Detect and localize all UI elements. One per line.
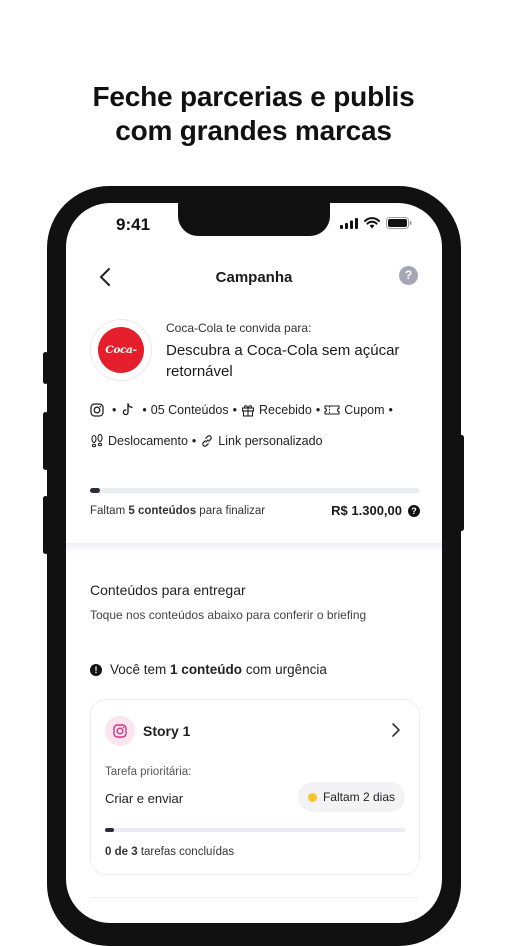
card-title: Story 1	[143, 723, 191, 739]
deliverables-title: Conteúdos para entregar	[90, 582, 246, 598]
footsteps-icon	[91, 434, 103, 448]
meta-displacement: Deslocamento	[108, 434, 188, 448]
help-icon[interactable]: ?	[399, 266, 418, 285]
alert-icon: !	[90, 663, 102, 676]
task-progress-bar	[105, 828, 405, 832]
campaign-amount: R$ 1.300,00 ?	[331, 503, 420, 518]
brand-logo: Coca-Cola	[90, 319, 152, 402]
campaign-meta-row-1: • • 05 Conteúdos • Recebido • Cupom •	[90, 403, 397, 417]
info-icon[interactable]: ?	[408, 504, 420, 517]
headline-line-1: Feche parcerias e publis	[92, 81, 415, 112]
campaign-name: Descubra a Coca-Cola sem açúcar retornáv…	[166, 342, 400, 380]
meta-content-count: 05 Conteúdos	[150, 403, 229, 417]
warning-dot-icon	[307, 792, 317, 802]
urgent-notice: ! Você tem 1 conteúdo com urgência	[90, 662, 327, 677]
gift-icon	[241, 405, 255, 417]
section-divider	[66, 543, 442, 557]
deadline-text: Faltam 2 dias	[322, 790, 395, 804]
campaign-meta-row-2: Deslocamento • Link personalizado	[90, 434, 323, 448]
headline: Feche parcerias e publis com grandes mar…	[0, 80, 507, 148]
tiktok-icon	[123, 403, 134, 416]
chevron-right-icon[interactable]	[389, 722, 403, 738]
task-progress-fill	[105, 828, 114, 832]
battery-icon	[386, 217, 412, 229]
campaign-progress-bar	[90, 488, 420, 493]
phone-power-button	[459, 435, 464, 531]
amount-value: R$ 1.300,00	[331, 503, 402, 518]
priority-label: Tarefa prioritária:	[105, 766, 192, 778]
notch	[178, 203, 330, 236]
page-title: Campanha	[215, 269, 293, 286]
headline-line-2: com grandes marcas	[115, 115, 392, 146]
coca-cola-logo: Coca-Cola	[98, 327, 144, 402]
status-time: 9:41	[116, 215, 151, 234]
signal-icon	[340, 217, 358, 229]
meta-received: Recebido	[259, 403, 312, 417]
deliverables-subtitle: Toque nos conteúdos abaixo para conferir…	[90, 608, 367, 622]
instagram-icon	[90, 403, 104, 417]
task-name: Criar e enviar	[105, 791, 184, 806]
deadline-badge: Faltam 2 dias	[297, 782, 405, 812]
tasks-completed: 0 de 3 tarefas concluídas	[105, 846, 235, 858]
wifi-icon	[364, 217, 380, 229]
phone-volume-up-button	[43, 412, 48, 470]
coupon-icon	[324, 405, 340, 415]
phone-screen: 9:41 Campanha ? Coca-Cola Coca-Cola te c…	[66, 203, 442, 923]
instagram-story-icon	[105, 716, 135, 746]
link-icon	[202, 435, 213, 447]
next-card-edge	[90, 897, 418, 898]
invite-text: Coca-Cola te convida para:	[166, 321, 312, 335]
meta-custom-link: Link personalizado	[218, 434, 323, 448]
meta-coupon: Cupom	[344, 403, 385, 417]
remaining-contents: Faltam 5 conteúdos para finalizar	[90, 505, 266, 517]
status-icons	[340, 217, 412, 229]
phone-volume-down-button	[43, 496, 48, 554]
instagram-icon	[113, 724, 127, 738]
campaign-progress-fill	[90, 488, 100, 493]
content-card-story-1[interactable]: Story 1 Tarefa prioritária: Criar e envi…	[90, 699, 420, 875]
phone-side-button	[43, 352, 48, 384]
